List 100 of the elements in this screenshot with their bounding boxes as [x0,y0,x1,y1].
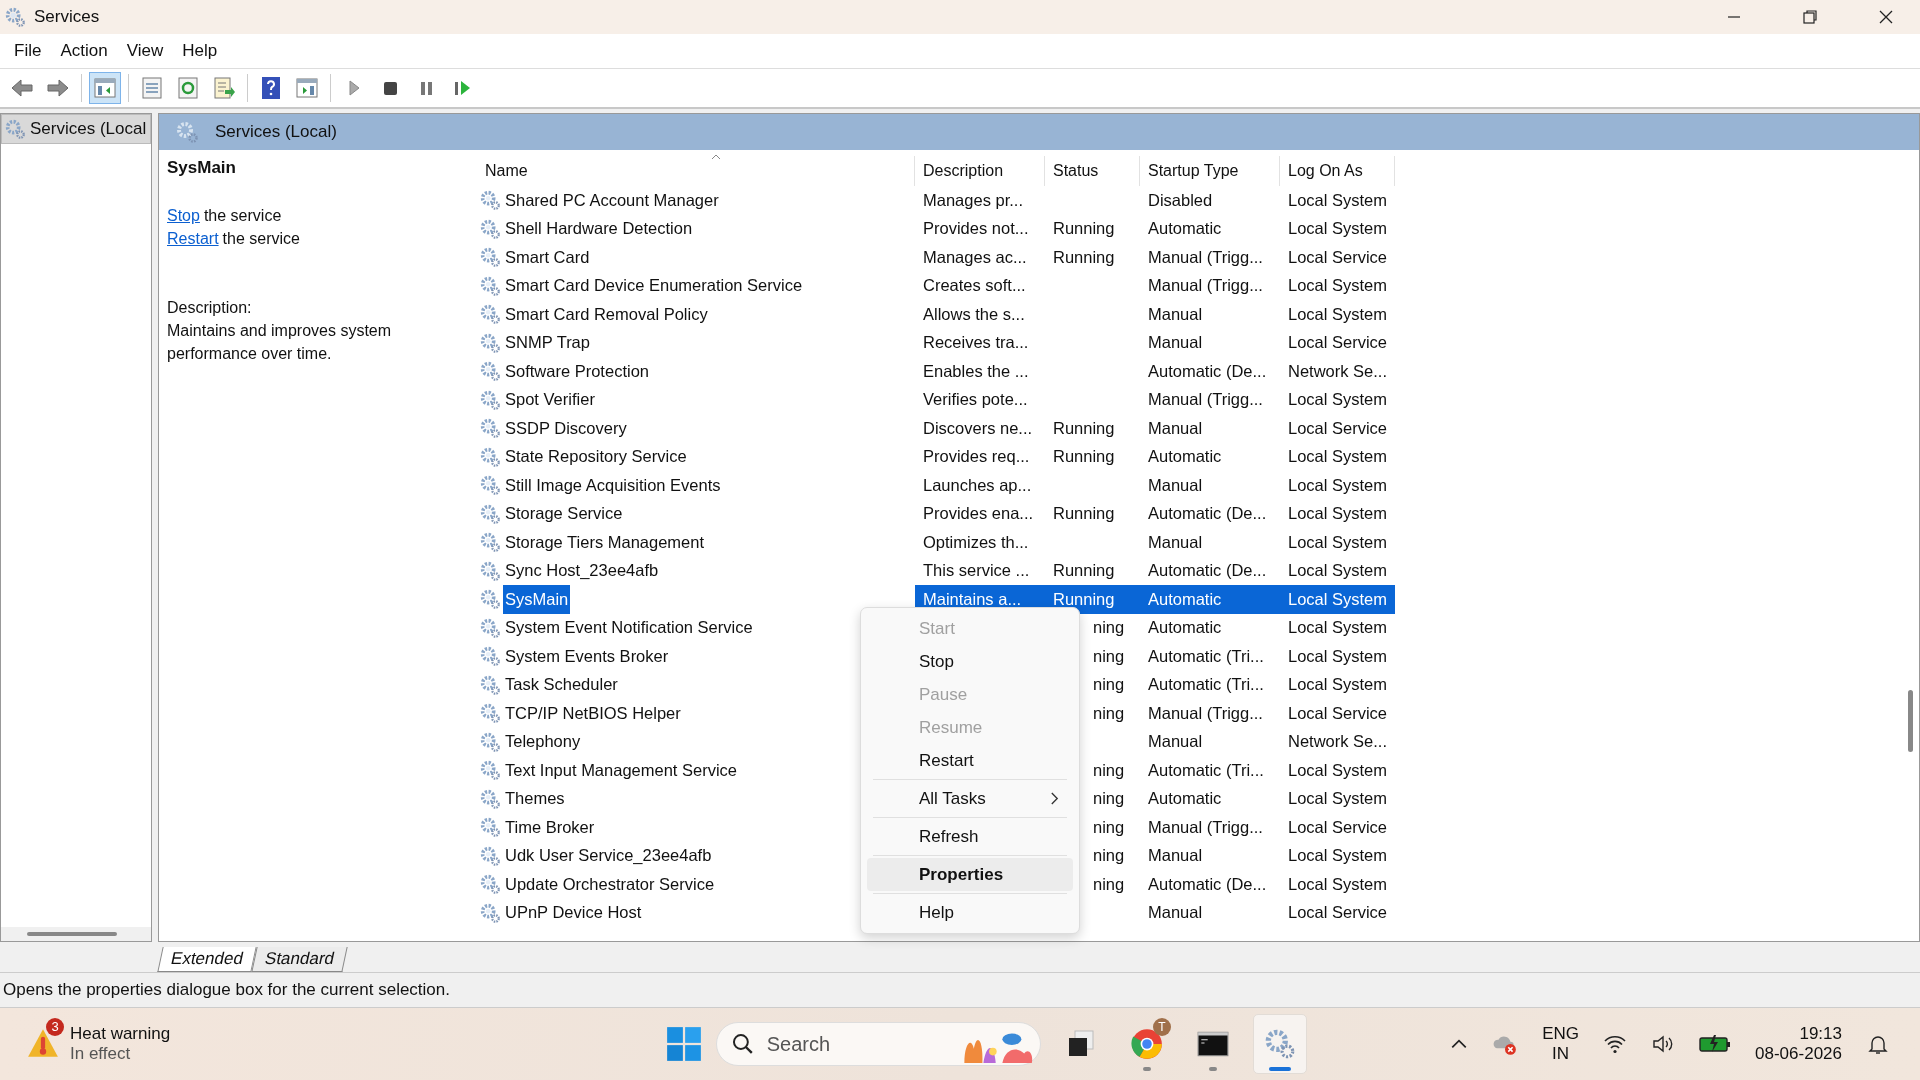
table-cell: Launches ap... [923,475,1032,495]
scrollbar[interactable] [1,927,151,941]
menu-item[interactable]: Help [174,41,229,61]
column-header[interactable]: Description [915,156,1045,186]
context-menu-item[interactable]: Refresh [867,820,1073,853]
table-cell: Manual [1148,846,1203,866]
column-header[interactable]: Log On As [1280,156,1395,186]
gear-icon [479,189,501,212]
gear-icon [479,844,501,867]
gear-icon [479,873,501,896]
table-cell: Local System [1288,532,1388,552]
column-header[interactable]: Startup Type [1140,156,1280,186]
gear-icon [479,474,501,497]
context-menu-item[interactable]: Help [867,896,1073,929]
context-menu-item[interactable]: Restart [867,744,1073,777]
table-cell: ning [1093,646,1125,666]
gear-icon [479,531,501,554]
service-name-cell[interactable]: TCP/IP NetBIOS Helper [503,699,683,728]
table-cell: ning [1093,874,1125,894]
column-header[interactable]: Name [475,156,915,186]
service-name-cell[interactable]: Storage Service [503,499,625,528]
action-text: the service [222,230,300,247]
service-name-cell[interactable]: Udk User Service_23ee4afb [503,841,714,870]
service-name-cell[interactable]: Time Broker [503,813,597,842]
context-menu-item[interactable]: All Tasks [867,782,1073,815]
gear-icon [479,816,501,839]
close-icon[interactable] [1878,9,1894,25]
table-cell: Local System [1288,276,1388,296]
table-cell: Enables the ... [923,361,1029,381]
table-cell: Automatic (De... [1148,561,1267,581]
browser-taskbar-button[interactable]: T [1121,1015,1173,1073]
language-indicator[interactable]: ENG [1542,1024,1580,1044]
service-name-cell[interactable]: Task Scheduler [503,670,620,699]
service-name-cell[interactable]: Software Protection [503,357,651,386]
service-name-cell[interactable]: SNMP Trap [503,328,592,357]
table-cell: ning [1093,618,1125,638]
table-cell: Manages ac... [923,247,1027,267]
service-name-cell[interactable]: SysMain [503,585,571,614]
service-name-cell[interactable]: System Event Notification Service [503,613,755,642]
table-cell: Local System [1288,789,1388,809]
context-menu-item[interactable]: Properties [867,858,1073,891]
service-name-cell[interactable]: Storage Tiers Management [503,528,707,557]
service-name-cell[interactable]: Sync Host_23ee4afb [503,556,661,585]
service-name-cell[interactable]: UPnP Device Host [503,898,644,927]
language-indicator[interactable]: IN [1552,1044,1570,1064]
service-name-cell[interactable]: SSDP Discovery [503,414,629,443]
service-name-cell[interactable]: Smart Card Device Enumeration Service [503,271,805,300]
table-cell: Local System [1288,219,1388,239]
restore-icon[interactable] [1802,9,1818,25]
tree-toolbar-button[interactable] [89,72,121,104]
windows-logo-icon[interactable] [666,1026,702,1062]
table-cell: Manual [1148,304,1203,324]
service-name-cell[interactable]: Telephony [503,727,583,756]
status-text: Opens the properties dialogue box for the current selection. [3,980,450,1000]
services-taskbar-button[interactable] [1253,1014,1307,1074]
service-name-cell[interactable]: Themes [503,784,567,813]
service-action-link[interactable]: Stop [167,207,200,224]
service-name-cell[interactable]: Still Image Acquisition Events [503,471,723,500]
service-action-link[interactable]: Restart [167,230,219,247]
search-icon [731,1032,755,1056]
table-cell: Automatic (De... [1148,504,1267,524]
context-menu-item[interactable]: Stop [867,645,1073,678]
table-cell: Optimizes th... [923,532,1029,552]
table-cell: Manual (Trigg... [1148,817,1263,837]
service-name-cell[interactable]: Smart Card [503,243,592,272]
service-name-cell[interactable]: Update Orchestrator Service [503,870,717,899]
clock-time[interactable]: 19:13 [1799,1024,1842,1044]
view-tab[interactable]: Standard [251,947,348,972]
service-name-cell[interactable]: Shell Hardware Detection [503,214,695,243]
menu-item[interactable]: View [118,41,175,61]
description-label: Description: [167,298,253,318]
search-input[interactable]: Search [764,1031,949,1057]
menu-item[interactable]: File [6,41,53,61]
service-name-cell[interactable]: System Events Broker [503,642,671,671]
service-name-cell[interactable]: Smart Card Removal Policy [503,300,710,329]
search-box[interactable]: Search [716,1022,1041,1066]
gear-icon [4,118,26,140]
battery-charging-icon[interactable] [1699,1034,1732,1054]
table-cell: Provides ena... [923,504,1034,524]
tree-item[interactable]: Services (Local [1,114,151,144]
scrollbar-thumb[interactable] [1908,690,1913,752]
service-name-cell[interactable]: Shared PC Account Manager [503,186,721,215]
view-tab[interactable]: Extended [157,947,257,972]
table-cell: Automatic [1148,447,1222,467]
export-icon [212,76,236,100]
service-name-cell[interactable]: Spot Verifier [503,385,597,414]
table-cell: Automatic (De... [1148,361,1267,381]
refresh-icon [176,76,200,100]
menu-item[interactable]: Action [52,41,119,61]
service-name-cell[interactable]: Text Input Management Service [503,756,740,785]
table-cell: Automatic (Tri... [1148,760,1264,780]
column-header[interactable]: Status [1045,156,1140,186]
table-cell: ning [1093,817,1125,837]
clock-date[interactable]: 08-06-2026 [1755,1044,1842,1064]
gear-icon [479,417,501,440]
table-cell: Manual (Trigg... [1148,276,1263,296]
service-name-cell[interactable]: State Repository Service [503,442,689,471]
table-cell: Local System [1288,561,1388,581]
gear-icon [1263,1027,1297,1061]
table-cell: Running [1053,418,1115,438]
